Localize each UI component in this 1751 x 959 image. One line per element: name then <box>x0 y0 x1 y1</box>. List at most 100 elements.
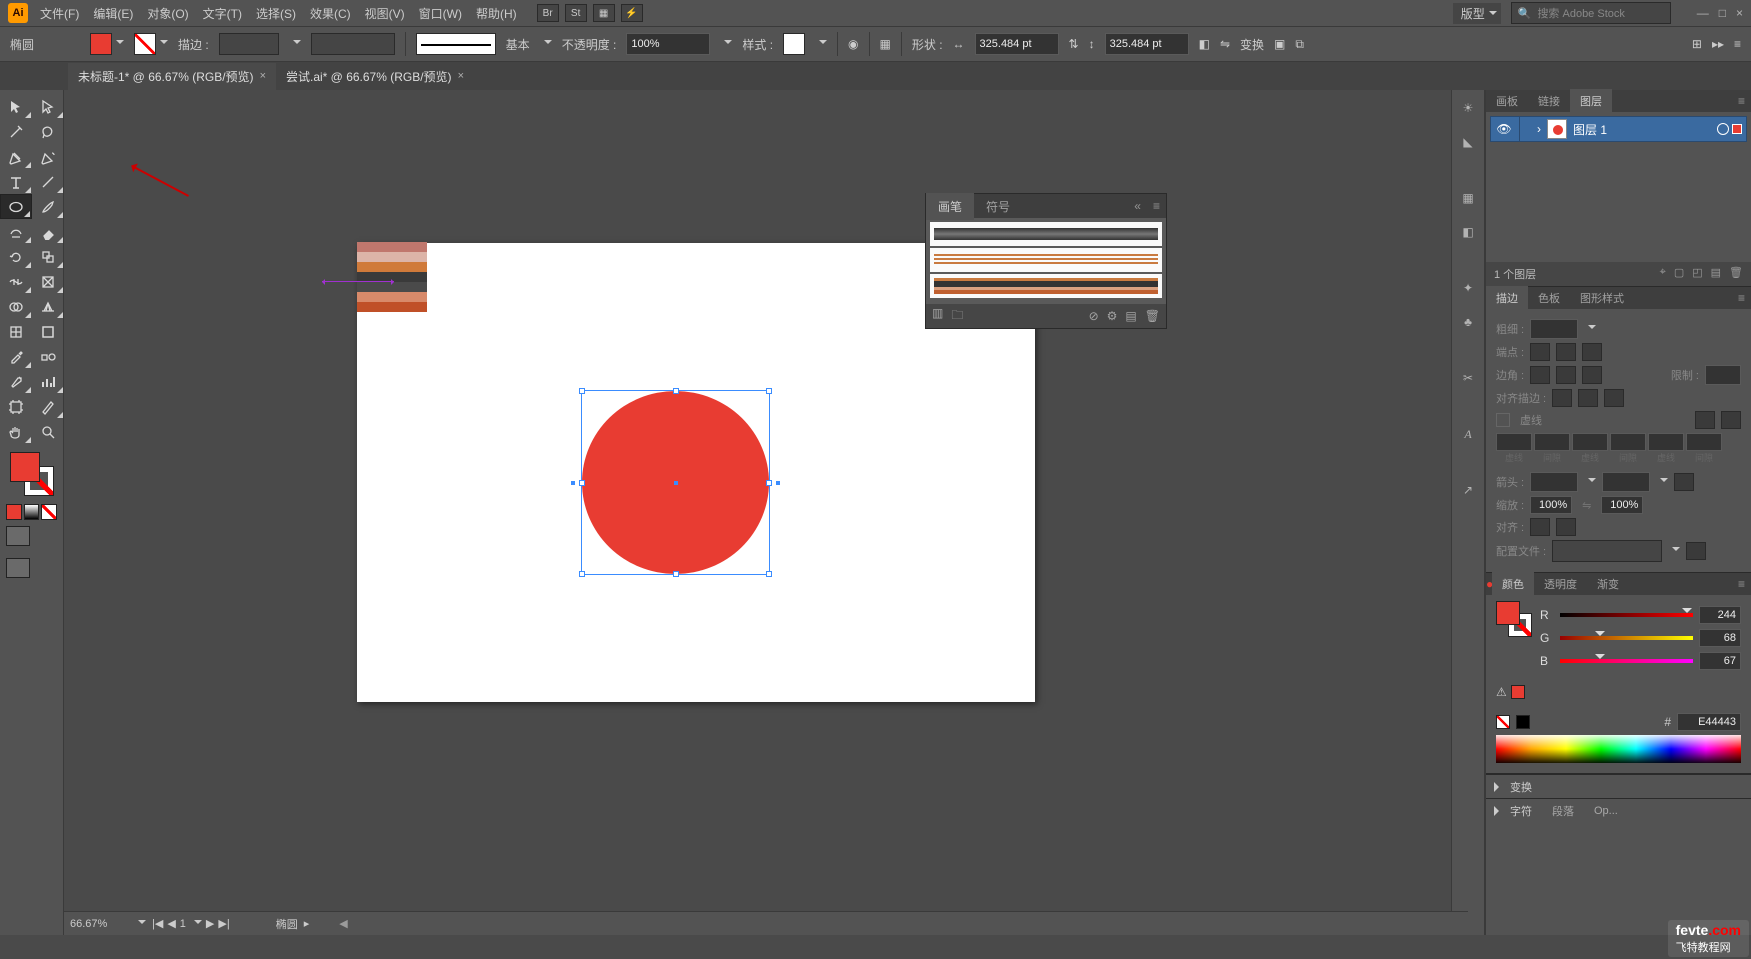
new-brush-icon[interactable]: ▤ <box>1125 309 1136 323</box>
center-point[interactable] <box>674 481 678 485</box>
shaper-tool[interactable] <box>0 219 32 244</box>
tab-opacity[interactable]: 透明度 <box>1534 572 1587 596</box>
weight-caret[interactable] <box>1588 325 1596 333</box>
arrange-icon[interactable]: ⧉ <box>1295 37 1304 52</box>
menu-help[interactable]: 帮助(H) <box>476 5 517 22</box>
g-value[interactable]: 68 <box>1699 629 1741 647</box>
mesh-tool[interactable] <box>0 319 32 344</box>
pen-tool[interactable] <box>0 144 32 169</box>
artboard-page[interactable]: 1 <box>180 918 186 930</box>
next-artboard-icon[interactable]: ▶ <box>206 917 214 930</box>
shape-builder-tool[interactable] <box>0 294 32 319</box>
gap-input[interactable] <box>1686 433 1722 451</box>
isolate-icon[interactable]: ▣ <box>1274 37 1285 51</box>
color-fill-stroke[interactable] <box>1496 601 1532 637</box>
arrow-start-caret[interactable] <box>1588 478 1596 486</box>
menu-text[interactable]: 文字(T) <box>203 5 242 22</box>
column-graph-tool[interactable] <box>32 369 64 394</box>
arrow-end-caret[interactable] <box>1660 478 1668 486</box>
r-value[interactable]: 244 <box>1699 606 1741 624</box>
character-panel-icon[interactable]: A <box>1456 422 1480 446</box>
join-bevel[interactable] <box>1582 366 1602 384</box>
h-scrollbar-left[interactable]: ◀ <box>339 917 347 930</box>
align-outside[interactable] <box>1604 389 1624 407</box>
menu-view[interactable]: 视图(V) <box>365 5 405 22</box>
style-swatch[interactable] <box>783 33 805 55</box>
opacity-field[interactable]: 100% <box>626 33 710 55</box>
align-arrow-tip[interactable] <box>1530 518 1550 536</box>
brushes-panel[interactable]: 画笔 符号 « ≡ ▥ 🗀 ⊘ ⚙ ▤ 🗑 <box>925 193 1167 329</box>
b-slider[interactable] <box>1560 656 1693 666</box>
stroke-swatch[interactable] <box>134 33 168 55</box>
canvas[interactable]: 画笔 符号 « ≡ ▥ 🗀 ⊘ ⚙ ▤ 🗑 <box>64 90 1468 935</box>
limit-input[interactable] <box>1705 365 1741 385</box>
resize-handle[interactable] <box>579 571 585 577</box>
cap-round[interactable] <box>1556 343 1576 361</box>
width-tool[interactable] <box>0 269 32 294</box>
cap-square[interactable] <box>1582 343 1602 361</box>
window-maximize[interactable]: □ <box>1719 6 1726 20</box>
new-sublayer-icon[interactable]: ◰ <box>1692 266 1702 282</box>
first-artboard-icon[interactable]: |◀ <box>152 917 163 930</box>
layer-row[interactable]: 👁 › 图层 1 <box>1490 116 1747 142</box>
brush-options-icon[interactable]: ⚙ <box>1107 309 1118 323</box>
panel-collapse-icon[interactable]: « <box>1128 199 1147 213</box>
curvature-tool[interactable] <box>32 144 64 169</box>
r-slider[interactable] <box>1560 610 1693 620</box>
symbol-sprayer-tool[interactable] <box>0 369 32 394</box>
transform-panel-collapsed[interactable]: 变换 <box>1486 774 1751 798</box>
gpu-icon[interactable]: ⚡ <box>621 4 643 22</box>
zoom-caret[interactable] <box>138 920 146 928</box>
g-slider[interactable] <box>1560 633 1693 643</box>
profile-picker[interactable] <box>1552 540 1662 562</box>
align-center[interactable] <box>1552 389 1572 407</box>
swap-arrows[interactable] <box>1674 473 1694 491</box>
opacity-caret[interactable] <box>724 40 732 48</box>
appearance-icon[interactable]: ♣ <box>1456 310 1480 334</box>
tab-gradient[interactable]: 渐变 <box>1587 572 1629 596</box>
export-icon[interactable]: ↗ <box>1456 478 1480 502</box>
brush-item[interactable] <box>930 222 1162 246</box>
anchor-point[interactable] <box>775 480 781 486</box>
layer-name[interactable]: 图层 1 <box>1573 121 1607 138</box>
gap-input[interactable] <box>1610 433 1646 451</box>
magic-wand-tool[interactable] <box>0 119 32 144</box>
tab-symbols[interactable]: 符号 <box>974 193 1022 220</box>
status-menu-icon[interactable]: ▸ <box>304 917 310 930</box>
dash-align-a[interactable] <box>1695 411 1715 429</box>
dash-align-b[interactable] <box>1721 411 1741 429</box>
menu-select[interactable]: 选择(S) <box>256 5 296 22</box>
menu-window[interactable]: 窗口(W) <box>419 5 462 22</box>
weight-input[interactable] <box>1530 319 1578 339</box>
style-caret[interactable] <box>819 40 827 48</box>
align-inside[interactable] <box>1578 389 1598 407</box>
remove-stroke-icon[interactable]: ⊘ <box>1089 309 1099 323</box>
perspective-grid-tool[interactable] <box>32 294 64 319</box>
resize-handle[interactable] <box>766 388 772 394</box>
panel-menu-icon[interactable]: ≡ <box>1734 37 1741 51</box>
blend-tool[interactable] <box>32 344 64 369</box>
fill-color[interactable] <box>10 452 40 482</box>
layer-thumbnail[interactable] <box>1547 119 1567 139</box>
bridge-icon[interactable]: Br <box>537 4 559 22</box>
brush-dropdown-caret[interactable] <box>544 40 552 48</box>
tab-untitled[interactable]: 未标题-1* @ 66.67% (RGB/预览) × <box>68 63 276 90</box>
panel-menu-icon[interactable]: ≡ <box>1732 94 1751 108</box>
none-swatch[interactable] <box>1496 715 1510 729</box>
screen-mode-icon[interactable]: ▸▸ <box>1712 37 1724 51</box>
artboard-tool[interactable] <box>0 394 32 419</box>
brush-stroke-thumb[interactable] <box>416 33 496 55</box>
panel-menu-icon[interactable]: ≡ <box>1147 199 1166 213</box>
ellipse-tool[interactable] <box>0 194 32 219</box>
transform-label-btn[interactable]: 变换 <box>1240 36 1264 53</box>
tab-graphic-styles[interactable]: 图形样式 <box>1570 286 1634 310</box>
direct-selection-tool[interactable] <box>32 94 64 119</box>
menu-object[interactable]: 对象(O) <box>147 5 188 22</box>
stroke-profile-field[interactable] <box>311 33 395 55</box>
menu-edit[interactable]: 编辑(E) <box>93 5 133 22</box>
color-mode-gradient[interactable] <box>24 504 40 520</box>
brush-item[interactable] <box>930 248 1162 272</box>
hand-tool[interactable] <box>0 419 32 444</box>
closest-color-swatch[interactable] <box>1511 685 1525 699</box>
flip-profile[interactable] <box>1686 542 1706 560</box>
